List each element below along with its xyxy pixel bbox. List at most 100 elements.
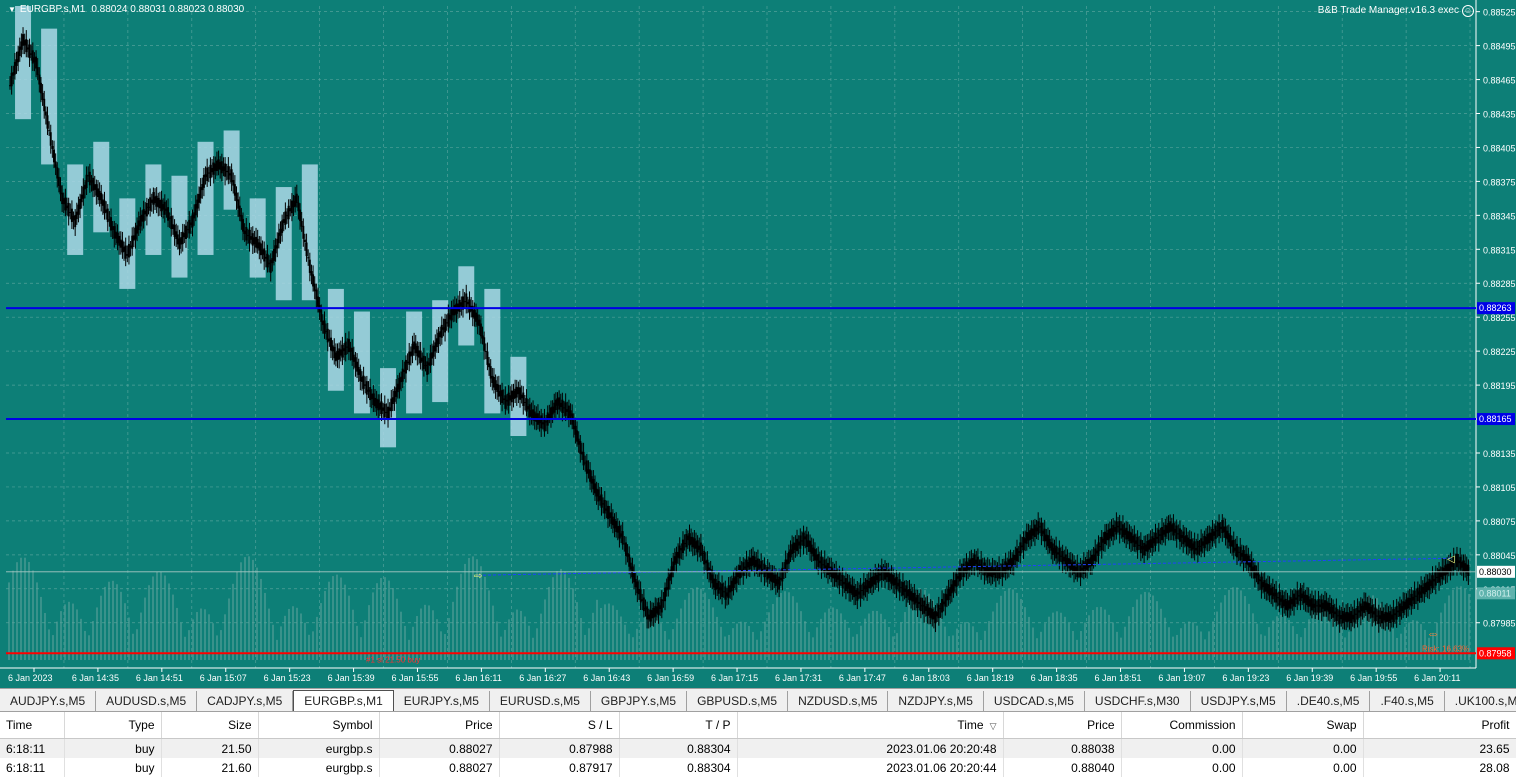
tab-audjpy-s-m5[interactable]: AUDJPY.s,M5 bbox=[0, 691, 97, 711]
chart-menu-arrow-icon[interactable]: ▼ bbox=[8, 5, 16, 14]
time-axis-label: 6 Jan 15:07 bbox=[200, 673, 247, 683]
candle-body bbox=[227, 166, 230, 180]
time-axis-label: 6 Jan 20:11 bbox=[1414, 673, 1460, 683]
tab-eurgbp-s-m1[interactable]: EURGBP.s,M1 bbox=[293, 690, 394, 711]
column-header[interactable]: Swap bbox=[1242, 712, 1364, 739]
candle-body bbox=[958, 567, 961, 582]
candle-body bbox=[1455, 553, 1458, 568]
volume-bar bbox=[1004, 591, 1006, 660]
price-axis-label: 0.88435 bbox=[1483, 110, 1516, 120]
chart-tabs: AUDJPY.s,M5 AUDUSD.s,M5 CADJPY.s,M5 EURGBP.… bbox=[0, 688, 1516, 712]
volume-bar bbox=[40, 596, 42, 660]
tab-nzdjpy-s-m5[interactable]: NZDJPY.s,M5 bbox=[888, 691, 984, 711]
tab-usdchf-s-m30[interactable]: USDCHF.s,M30 bbox=[1085, 691, 1191, 711]
candle-body bbox=[36, 67, 39, 76]
price-chart[interactable]: 0.88525 0.88495 0.88465 0.88435 0.88405 0.883… bbox=[0, 0, 1516, 688]
volume-bar bbox=[1012, 589, 1014, 660]
column-header[interactable]: S / L bbox=[499, 712, 620, 739]
volume-bar bbox=[828, 608, 830, 660]
volume-bar bbox=[372, 592, 374, 660]
column-header[interactable]: Price bbox=[1003, 712, 1122, 739]
volume-bar bbox=[1132, 606, 1134, 660]
tab-cadjpy-s-m5[interactable]: CADJPY.s,M5 bbox=[197, 691, 294, 711]
candle-body bbox=[561, 399, 564, 413]
tab-nzdusd-s-m5[interactable]: NZDUSD.s,M5 bbox=[788, 691, 889, 711]
scroll-arrows-icon[interactable]: ⇔ bbox=[1426, 625, 1440, 641]
column-header[interactable]: T / P bbox=[619, 712, 738, 739]
volume-bar bbox=[1100, 606, 1102, 660]
smiley-icon: ☺ bbox=[1462, 5, 1474, 17]
cell-price: 0.88038 bbox=[1003, 738, 1122, 758]
volume-bar bbox=[572, 588, 574, 660]
volume-bar bbox=[104, 586, 106, 660]
volume-bar bbox=[1404, 626, 1406, 660]
price-axis-label: 0.88315 bbox=[1483, 245, 1516, 255]
candle-body bbox=[85, 174, 88, 189]
volume-bar bbox=[380, 577, 382, 660]
tab-gbpjpy-s-m5[interactable]: GBPJPY.s,M5 bbox=[591, 691, 688, 711]
volume-bar bbox=[356, 625, 358, 660]
price-axis-label: 0.88285 bbox=[1483, 279, 1516, 289]
candle-body bbox=[224, 163, 227, 177]
tab-de40-s-m5[interactable]: .DE40.s,M5 bbox=[1287, 691, 1371, 711]
column-header[interactable]: Price bbox=[379, 712, 500, 739]
table-row[interactable]: 6:18:11 buy 21.50 eurgbp.s 0.88027 0.87988 0.8… bbox=[0, 738, 1516, 758]
volume-bar bbox=[64, 604, 66, 660]
tab-f40-s-m5[interactable]: .F40.s,M5 bbox=[1370, 691, 1445, 711]
column-header[interactable]: Time bbox=[0, 712, 65, 739]
volume-bar bbox=[1112, 622, 1114, 660]
expert-advisor-label: B&B Trade Manager.v16.3 exec ☺ bbox=[1318, 5, 1474, 17]
time-axis-label: 6 Jan 14:51 bbox=[136, 673, 183, 683]
price-axis-label: 0.88345 bbox=[1483, 211, 1516, 221]
volume-bar bbox=[780, 592, 782, 660]
tab-usdjpy-s-m5[interactable]: USDJPY.s,M5 bbox=[1191, 691, 1287, 711]
volume-bar bbox=[548, 586, 550, 660]
volume-bar bbox=[688, 593, 690, 660]
tab-uk100-s-m5[interactable]: .UK100.s,M5 bbox=[1445, 691, 1516, 711]
column-header[interactable]: Size bbox=[161, 712, 259, 739]
volume-bar bbox=[560, 568, 562, 660]
tab-eurusd-s-m5[interactable]: EURUSD.s,M5 bbox=[490, 691, 591, 711]
volume-bar bbox=[1020, 598, 1022, 660]
candle-body bbox=[1257, 570, 1260, 585]
volume-bar bbox=[536, 628, 538, 660]
candle-body bbox=[303, 239, 306, 243]
column-header[interactable]: Profit bbox=[1363, 712, 1516, 739]
tab-eurjpy-s-m5[interactable]: EURJPY.s,M5 bbox=[394, 691, 490, 711]
volume-bar bbox=[1420, 624, 1422, 660]
candle-body bbox=[1079, 563, 1082, 578]
candle-body bbox=[266, 253, 269, 268]
chart-canvas[interactable]: 0.88525 0.88495 0.88465 0.88435 0.88405 0.883… bbox=[0, 0, 1516, 688]
volume-bar bbox=[532, 637, 534, 660]
volume-bar bbox=[608, 603, 610, 660]
column-header[interactable]: Commission bbox=[1121, 712, 1243, 739]
exit-arrow-icon: ◁ bbox=[1447, 554, 1455, 565]
candle-body bbox=[242, 218, 245, 232]
candle-body bbox=[300, 220, 303, 227]
volume-bar bbox=[368, 605, 370, 660]
candle-body bbox=[1275, 589, 1278, 603]
volume-bar bbox=[624, 624, 626, 660]
volume-bar bbox=[552, 577, 554, 660]
column-header[interactable]: Time ▽ bbox=[737, 712, 1004, 739]
volume-bar bbox=[1136, 599, 1138, 660]
candle-body bbox=[1196, 540, 1199, 555]
tab-usdcad-s-m5[interactable]: USDCAD.s,M5 bbox=[984, 691, 1085, 711]
volume-bar bbox=[852, 636, 854, 660]
candle-body bbox=[1353, 609, 1356, 623]
volume-bar bbox=[752, 631, 754, 660]
ohlc-values: 0.88024 0.88031 0.88023 0.88030 bbox=[91, 4, 245, 15]
time-axis-label: 6 Jan 19:07 bbox=[1158, 673, 1205, 683]
candle-body bbox=[504, 395, 507, 409]
candle-body bbox=[64, 197, 67, 211]
table-row[interactable]: 6:18:11 buy 21.60 eurgbp.s 0.88027 0.87917 0.8… bbox=[0, 758, 1516, 777]
volume-bar bbox=[612, 605, 614, 660]
column-header[interactable]: Symbol bbox=[258, 712, 380, 739]
candle-body bbox=[124, 245, 127, 259]
tab-gbpusd-s-m5[interactable]: GBPUSD.s,M5 bbox=[687, 691, 789, 711]
time-axis-label: 6 Jan 16:27 bbox=[519, 673, 566, 683]
bid-price-label: 0.88030 bbox=[1479, 567, 1512, 577]
tab-audusd-s-m5[interactable]: AUDUSD.s,M5 bbox=[96, 691, 198, 711]
column-header[interactable]: Type bbox=[64, 712, 162, 739]
volume-bar bbox=[296, 607, 298, 660]
